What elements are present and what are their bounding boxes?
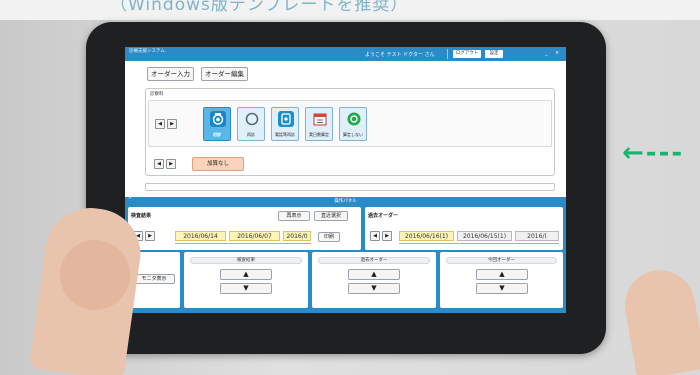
prev-page-button[interactable]: ◀ <box>370 231 380 241</box>
tile-first-visit[interactable]: 初診 <box>203 107 231 141</box>
banner-text: （Windows版テンプレートを推奨） <box>110 0 409 15</box>
consultation-fee-section: 診察料 ◀ ▶ 初診 再診 電話等再診 実日数算定 算定しない ◀ ▶ 加算なし <box>145 88 555 176</box>
tile-actual-days[interactable]: 実日数算定 <box>305 107 333 141</box>
redisplay-button[interactable]: 再表示 <box>278 211 310 221</box>
scroll-down-button[interactable]: ▼ <box>220 283 272 294</box>
prev-page-button[interactable]: ◀ <box>155 119 165 129</box>
operation-panel-title: 操作パネル <box>334 199 357 204</box>
exam-date-underline <box>175 243 311 244</box>
past-order-underline <box>399 243 559 244</box>
exam-results-card: 検査結果 再表示 直近選択 ◀ ▶ 2016/06/14 2016/06/07 … <box>128 207 361 250</box>
operation-panel: ^ 操作パネル 検査結果 再表示 直近選択 ◀ ▶ 2016/06/14 201… <box>125 197 566 313</box>
scroll-group-label: 今回オーダー <box>446 257 557 264</box>
phone-icon <box>278 111 294 127</box>
prev-page-button[interactable]: ◀ <box>154 159 164 169</box>
tile-label: 初診 <box>213 132 221 137</box>
settings-button[interactable]: 設定 <box>485 50 503 58</box>
scroll-down-button[interactable]: ▼ <box>476 283 528 294</box>
section-label: 診察料 <box>150 92 164 97</box>
order-edit-button[interactable]: オーダー編集 <box>201 67 248 81</box>
green-circle-icon <box>346 111 362 127</box>
exam-date-chip[interactable]: 2016/06/14 <box>175 231 226 241</box>
scroll-down-button[interactable]: ▼ <box>348 283 400 294</box>
print-button[interactable]: 印刷 <box>318 232 340 242</box>
banner-area: （Windows版テンプレートを推奨） <box>0 0 700 20</box>
green-arrow-icon: ←--- <box>622 138 685 168</box>
system-title-line1: 診療支援システム <box>129 49 165 54</box>
left-thumb <box>60 240 130 310</box>
header-divider <box>447 49 448 59</box>
order-input-button[interactable]: オーダー入力 <box>147 67 194 81</box>
tile-label: 算定しない <box>343 132 363 137</box>
camera-icon <box>210 111 226 127</box>
exam-results-title: 検査結果 <box>131 213 152 219</box>
tile-label: 電話等再診 <box>275 132 295 137</box>
next-page-button[interactable]: ▶ <box>145 231 155 241</box>
logout-button[interactable]: ログアウト <box>453 50 481 58</box>
tile-phone-revisit[interactable]: 電話等再診 <box>271 107 299 141</box>
next-page-button[interactable]: ▶ <box>382 231 392 241</box>
exam-date-chip[interactable]: 2016/0 <box>283 231 311 241</box>
scroll-group-label: 検査結果 <box>190 257 302 264</box>
tile-label: 実日数算定 <box>309 132 329 137</box>
system-title: 診療支援システム <box>129 49 165 54</box>
scroll-group-exam: 検査結果 ▲ ▼ <box>184 252 308 308</box>
recent-select-button[interactable]: 直近選択 <box>314 211 348 221</box>
scroll-up-button[interactable]: ▲ <box>348 269 400 280</box>
app-screen: 診療支援システム ようこそ テスト ドクター さん ログアウト 設定 _ × オ… <box>125 47 566 313</box>
tile-label: 再診 <box>247 132 255 137</box>
app-header: 診療支援システム ようこそ テスト ドクター さん ログアウト 設定 _ × <box>125 47 566 61</box>
calendar-icon <box>312 111 328 127</box>
monitor-display-button[interactable]: モニタ表示 <box>133 274 175 284</box>
past-order-date-chip[interactable]: 2016/06/16(1) <box>399 231 454 241</box>
past-order-date-chip[interactable]: 2016/06/15(1) <box>457 231 512 241</box>
past-orders-card: 過去オーダー ◀ ▶ 2016/06/16(1) 2016/06/15(1) 2… <box>365 207 563 250</box>
divider-strip <box>145 183 555 191</box>
cycle-icon <box>244 111 260 127</box>
next-page-button[interactable]: ▶ <box>166 159 176 169</box>
tile-revisit[interactable]: 再診 <box>237 107 265 141</box>
scroll-group-current: 今回オーダー ▲ ▼ <box>440 252 563 308</box>
welcome-text: ようこそ テスト ドクター さん <box>365 52 435 58</box>
consultation-tile-row: ◀ ▶ 初診 再診 電話等再診 実日数算定 算定しない <box>148 100 552 147</box>
past-orders-title: 過去オーダー <box>368 213 399 219</box>
past-order-date-chip[interactable]: 2016/( <box>515 231 559 241</box>
exam-date-chip[interactable]: 2016/06/07 <box>229 231 280 241</box>
minimize-icon[interactable]: _ <box>545 50 548 56</box>
next-page-button[interactable]: ▶ <box>167 119 177 129</box>
close-icon[interactable]: × <box>555 50 559 56</box>
scroll-group-past: 過去オーダー ▲ ▼ <box>312 252 436 308</box>
no-addon-button[interactable]: 加算なし <box>192 157 244 171</box>
scroll-up-button[interactable]: ▲ <box>220 269 272 280</box>
scroll-up-button[interactable]: ▲ <box>476 269 528 280</box>
tile-no-charge[interactable]: 算定しない <box>339 107 367 141</box>
scroll-group-label: 過去オーダー <box>318 257 430 264</box>
